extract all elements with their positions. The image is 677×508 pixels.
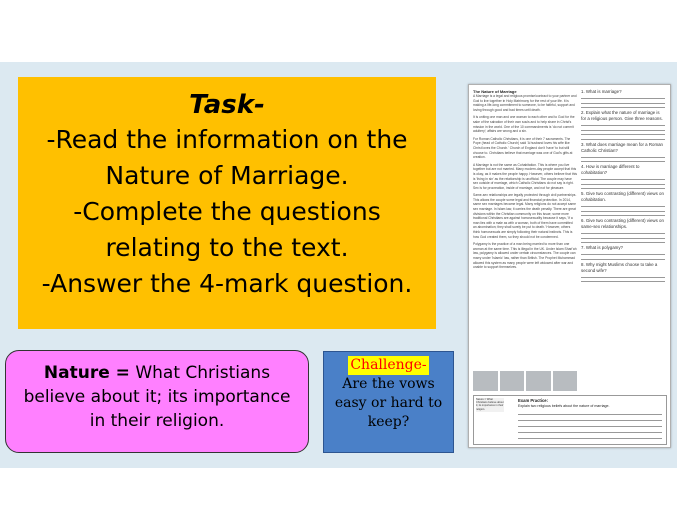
question-text: 2. Explain what the nature of marriage i… <box>581 110 663 121</box>
answer-line <box>518 432 662 433</box>
worksheet-thumbnail: The Nature of Marriage A Marriage is a l… <box>468 84 671 448</box>
task-line-2: Nature of Marriage. <box>105 161 349 190</box>
task-line-3: -Complete the questions <box>73 197 381 226</box>
challenge-box: Challenge- Are the vows easy or hard to … <box>323 351 454 453</box>
worksheet-paragraph: A Marriage is a legal and religious prom… <box>473 94 577 112</box>
worksheet-question: 4. How is marriage different to cohabita… <box>581 164 665 190</box>
answer-line <box>518 438 662 439</box>
exam-practice-question: Explain two religious beliefs about the … <box>518 404 610 408</box>
exam-key-note: Nature = What Christians believe about i… <box>476 398 504 412</box>
worksheet-question: 8. Why might Muslims choose to take a se… <box>581 262 665 283</box>
worksheet-paragraph: For Roman Catholic Christians, it is one… <box>473 136 573 160</box>
worksheet-image-strip <box>473 371 577 391</box>
worksheet-paragraph: A Marriage is not the same as Cohabitati… <box>473 162 577 190</box>
wedding-photo <box>552 371 577 391</box>
answer-line <box>518 420 662 421</box>
wedding-photo <box>499 371 524 391</box>
nature-term: Nature = <box>43 363 130 383</box>
task-line-5: -Answer the 4-mark question. <box>41 269 413 298</box>
challenge-question: Are the vows easy or hard to keep? <box>334 376 443 430</box>
worksheet-text-column: The Nature of Marriage A Marriage is a l… <box>473 89 577 273</box>
worksheet-question: 1. What is marriage? <box>581 89 665 109</box>
question-text: 4. How is marriage different to cohabita… <box>581 164 640 175</box>
answer-line <box>518 414 662 415</box>
exam-practice-title: Exam Practice: <box>518 398 549 403</box>
worksheet-paragraph: It is uniting one man and one woman to e… <box>473 115 575 134</box>
worksheet-question: 7. What is polygamy? <box>581 245 665 260</box>
worksheet-questions-column: 1. What is marriage? 2. Explain what the… <box>581 89 665 284</box>
question-text: 8. Why might Muslims choose to take a se… <box>581 262 658 273</box>
worksheet-paragraph: Polygamy is the practice of a man being … <box>473 242 577 270</box>
question-text: 6. Give two contrasting (different) view… <box>581 218 664 229</box>
worksheet-question: 2. Explain what the nature of marriage i… <box>581 110 665 140</box>
task-line-4: relating to the text. <box>105 233 349 262</box>
wedding-photo <box>473 371 498 391</box>
question-text: 5. Give two contrasting (different) view… <box>581 191 664 202</box>
worksheet-question: 5. Give two contrasting (different) view… <box>581 191 665 217</box>
worksheet-question: 3. What does marriage mean for a Roman C… <box>581 141 665 163</box>
exam-practice-box: Nature = What Christians believe about i… <box>473 395 667 445</box>
task-box: Task- -Read the information on the Natur… <box>18 77 436 329</box>
question-text: 3. What does marriage mean for a Roman C… <box>581 141 663 153</box>
task-line-1: -Read the information on the <box>46 125 408 154</box>
worksheet-question: 6. Give two contrasting (different) view… <box>581 218 665 244</box>
wedding-photo <box>526 371 551 391</box>
worksheet-paragraph: Same-sex relationships are legally prote… <box>473 193 577 239</box>
nature-definition-box: Nature = What Christians believe about i… <box>5 350 309 453</box>
challenge-label: Challenge- <box>348 356 429 375</box>
task-title: Task- <box>189 90 265 120</box>
answer-line <box>518 426 662 427</box>
